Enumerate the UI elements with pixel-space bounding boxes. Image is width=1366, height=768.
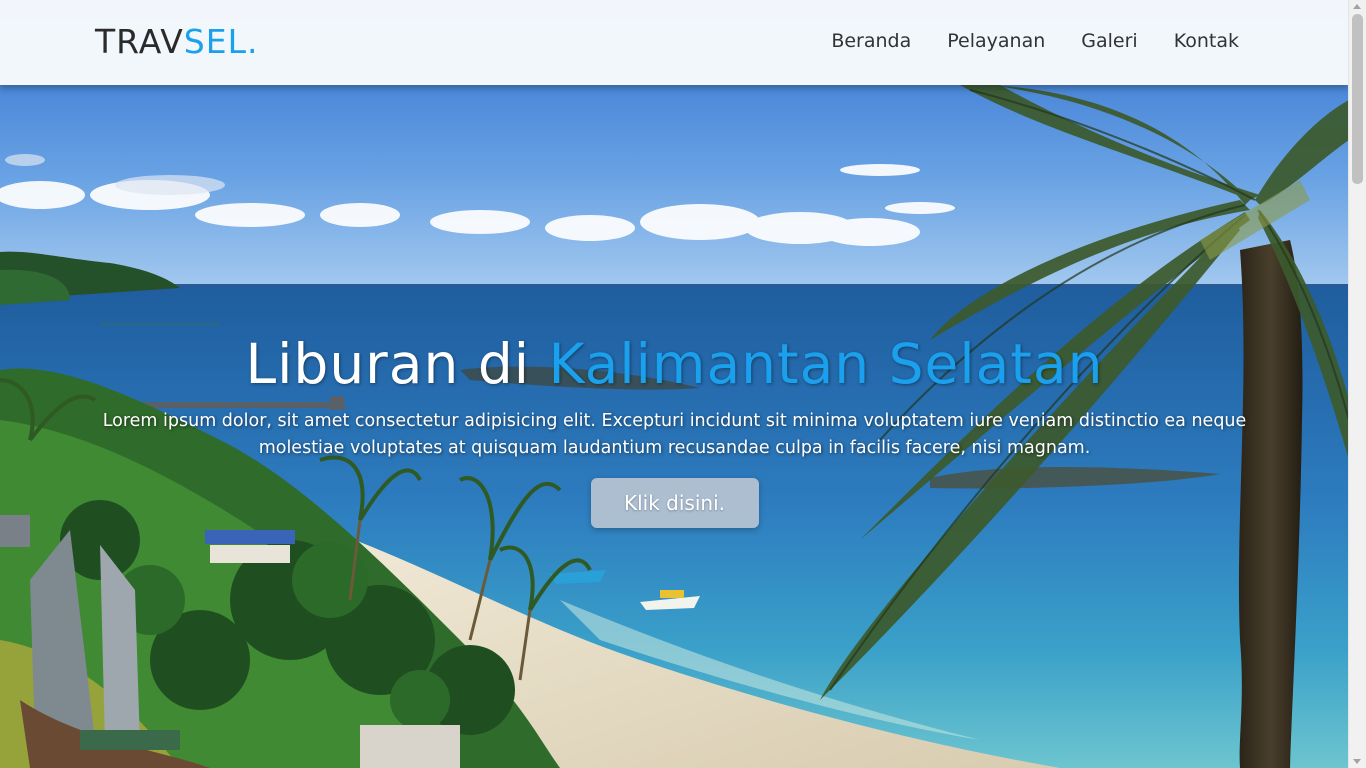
navbar: TRAVSEL. Beranda Pelayanan Galeri Kontak: [0, 0, 1349, 85]
brand-logo[interactable]: TRAVSEL.: [95, 22, 258, 61]
page: TRAVSEL. Beranda Pelayanan Galeri Kontak…: [0, 0, 1366, 768]
brand-accent: SEL.: [183, 22, 259, 61]
hero-description: Lorem ipsum dolor, sit amet consectetur …: [102, 411, 1247, 458]
hero-title-prefix: Liburan di: [245, 332, 549, 396]
brand-prefix: TRAV: [95, 22, 184, 61]
nav-link-galeri[interactable]: Galeri: [1081, 30, 1137, 52]
hero-content: Liburan di Kalimantan Selatan Lorem ipsu…: [0, 330, 1349, 528]
page-scrollbar[interactable]: [1348, 0, 1366, 768]
nav-menu: Beranda Pelayanan Galeri Kontak: [831, 30, 1239, 52]
triangle-down-icon[interactable]: [1353, 759, 1361, 764]
hero-title: Liburan di Kalimantan Selatan: [0, 330, 1349, 398]
hero-title-accent: Kalimantan Selatan: [548, 332, 1104, 396]
scrollbar-thumb[interactable]: [1352, 14, 1363, 184]
nav-link-kontak[interactable]: Kontak: [1174, 30, 1239, 52]
nav-link-pelayanan[interactable]: Pelayanan: [947, 30, 1045, 52]
triangle-up-icon[interactable]: [1353, 4, 1361, 9]
nav-link-beranda[interactable]: Beranda: [831, 30, 911, 52]
cta-button[interactable]: Klik disini.: [590, 478, 759, 528]
